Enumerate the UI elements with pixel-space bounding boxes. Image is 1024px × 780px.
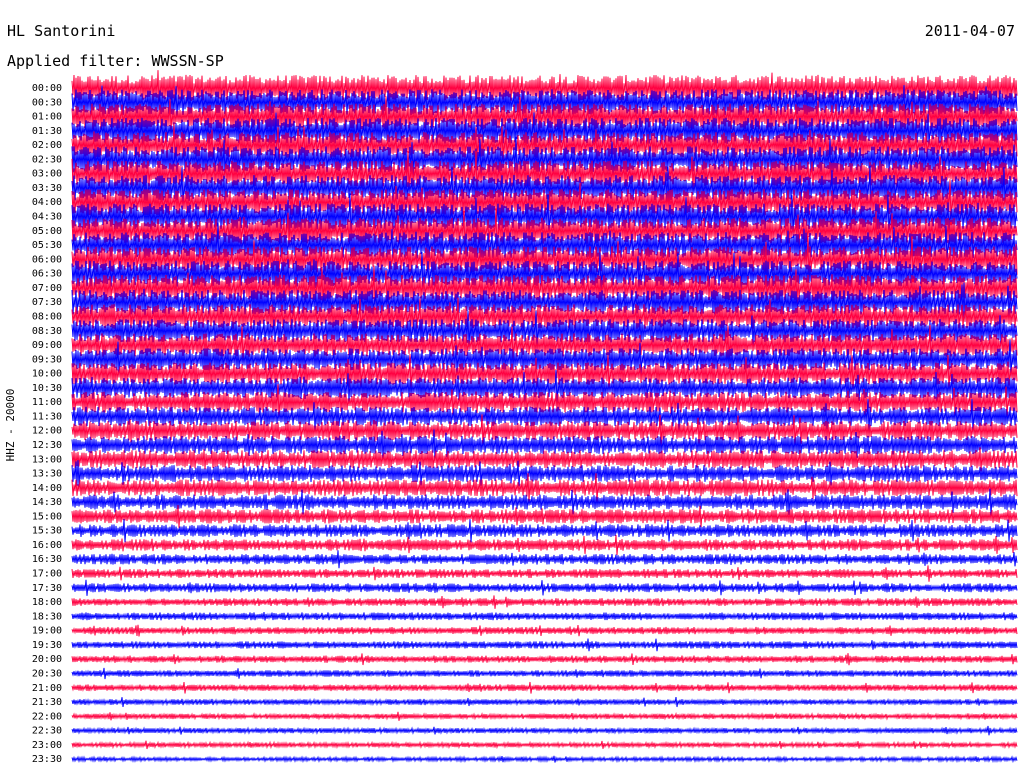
row-time-label: 13:30: [32, 469, 62, 480]
row-time-label: 02:00: [32, 140, 62, 151]
seismic-trace: [71, 534, 1018, 556]
row-time-label: 20:30: [32, 668, 62, 679]
row-time-label: 18:00: [32, 597, 62, 608]
row-time-label: 07:30: [32, 297, 62, 308]
row-time-label: 04:30: [32, 212, 62, 223]
row-time-label: 06:00: [32, 254, 62, 265]
time-axis-labels: 00:00 00:30 01:00 01:30 02:00 02:30 03:00 03:30…: [32, 83, 62, 765]
row-time-label: 00:30: [32, 97, 62, 108]
row-time-label: 21:30: [32, 697, 62, 708]
row-time-label: 00:00: [32, 83, 62, 94]
row-time-label: 12:00: [32, 426, 62, 437]
row-time-label: 02:30: [32, 154, 62, 165]
row-time-label: 16:30: [32, 554, 62, 565]
seismic-trace: [71, 667, 1018, 680]
trace-layer: [71, 70, 1018, 764]
row-time-label: 14:00: [32, 483, 62, 494]
row-time-label: 05:30: [32, 240, 62, 251]
seismic-trace: [71, 612, 1018, 621]
row-time-label: 15:00: [32, 511, 62, 522]
seismic-trace: [71, 681, 1018, 694]
row-time-label: 14:30: [32, 497, 62, 508]
seismic-trace: [71, 755, 1018, 764]
row-time-label: 03:00: [32, 169, 62, 180]
seismic-trace: [71, 697, 1018, 708]
seismic-trace: [71, 519, 1018, 543]
row-time-label: 23:00: [32, 740, 62, 751]
row-time-label: 09:30: [32, 354, 62, 365]
row-time-label: 07:00: [32, 283, 62, 294]
seismic-trace: [71, 579, 1018, 596]
channel-axis-label: HHZ - 20000: [4, 389, 17, 462]
seismic-trace: [71, 638, 1018, 652]
row-time-label: 19:00: [32, 626, 62, 637]
seismic-trace: [71, 711, 1018, 721]
row-time-label: 20:00: [32, 654, 62, 665]
row-time-label: 16:00: [32, 540, 62, 551]
seismic-trace: [71, 725, 1018, 736]
row-time-label: 08:30: [32, 326, 62, 337]
row-time-label: 04:00: [32, 197, 62, 208]
row-time-label: 19:30: [32, 640, 62, 651]
row-time-label: 01:30: [32, 126, 62, 137]
row-time-label: 11:30: [32, 411, 62, 422]
seismogram-plot: 00:00 00:30 01:00 01:30 02:00 02:30 03:00 03:30…: [4, 70, 1018, 765]
row-time-label: 17:30: [32, 583, 62, 594]
row-time-label: 22:30: [32, 726, 62, 737]
seismic-trace: [71, 595, 1018, 609]
row-time-label: 06:30: [32, 269, 62, 280]
row-time-label: 22:00: [32, 711, 62, 722]
row-time-label: 10:00: [32, 369, 62, 380]
row-time-label: 11:00: [32, 397, 62, 408]
row-time-label: 13:00: [32, 454, 62, 465]
row-time-label: 17:00: [32, 569, 62, 580]
row-time-label: 15:30: [32, 526, 62, 537]
seismic-trace: [71, 740, 1018, 750]
row-time-label: 12:30: [32, 440, 62, 451]
row-time-label: 09:00: [32, 340, 62, 351]
row-time-label: 18:30: [32, 611, 62, 622]
row-time-label: 03:30: [32, 183, 62, 194]
row-time-label: 01:00: [32, 112, 62, 123]
seismic-trace: [71, 624, 1018, 637]
seismic-trace: [71, 550, 1018, 569]
row-time-label: 05:00: [32, 226, 62, 237]
row-time-label: 21:00: [32, 683, 62, 694]
row-time-label: 23:30: [32, 754, 62, 765]
seismic-trace: [71, 653, 1018, 666]
seismic-trace: [71, 565, 1018, 582]
row-time-label: 08:00: [32, 311, 62, 322]
row-time-label: 10:30: [32, 383, 62, 394]
